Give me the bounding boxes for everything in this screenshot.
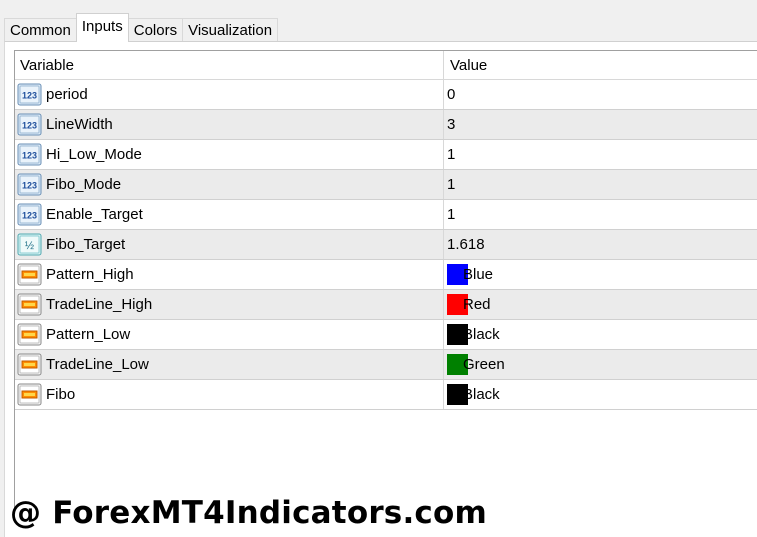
table-header: Variable Value (15, 51, 757, 80)
value-cell[interactable]: Black (444, 320, 757, 349)
table-row[interactable]: Pattern_High Blue (15, 260, 757, 290)
value-cell[interactable]: 3 (444, 110, 757, 139)
table-row[interactable]: 123 period 0 (15, 80, 757, 110)
value-text: 0 (447, 86, 456, 103)
variable-cell: 123 Enable_Target (15, 200, 444, 229)
variable-cell: 123 LineWidth (15, 110, 444, 139)
value-cell[interactable]: Red (444, 290, 757, 319)
table-row[interactable]: Pattern_Low Black (15, 320, 757, 350)
variable-name: Fibo_Target (46, 236, 126, 253)
inputs-table: Variable Value 123 period 0 123 LineWidth 3 12… (14, 50, 757, 521)
variable-cell: TradeLine_Low (15, 350, 444, 379)
variable-name: Enable_Target (46, 206, 143, 223)
value-text: Blue (463, 266, 494, 283)
color-icon (17, 352, 42, 377)
value-cell[interactable]: 1.618 (444, 230, 757, 259)
svg-text:123: 123 (22, 151, 37, 161)
color-icon (17, 262, 42, 287)
variable-name: Fibo_Mode (46, 176, 122, 193)
variable-cell: 123 Fibo_Mode (15, 170, 444, 199)
integer-icon: 123 (17, 172, 42, 197)
variable-name: TradeLine_Low (46, 356, 149, 373)
double-icon: ½ (17, 232, 42, 257)
variable-cell: Pattern_High (15, 260, 444, 289)
svg-text:123: 123 (22, 211, 37, 221)
variable-cell: TradeLine_High (15, 290, 444, 319)
value-text: Black (463, 386, 500, 403)
value-cell[interactable]: 1 (444, 200, 757, 229)
value-text: Green (463, 356, 505, 373)
variable-cell: 123 period (15, 80, 444, 109)
value-text: Red (463, 296, 491, 313)
table-row[interactable]: 123 Hi_Low_Mode 1 (15, 140, 757, 170)
variable-name: period (46, 86, 88, 103)
variable-cell: Fibo (15, 380, 444, 409)
color-icon (17, 322, 42, 347)
variable-cell: 123 Hi_Low_Mode (15, 140, 444, 169)
tab-common[interactable]: Common (4, 18, 77, 42)
value-text: 1 (447, 206, 456, 223)
table-body: 123 period 0 123 LineWidth 3 123 Hi_Low_Mode 1 12… (15, 80, 757, 410)
variable-name: LineWidth (46, 116, 113, 133)
tab-inputs[interactable]: Inputs (75, 13, 129, 42)
value-cell[interactable]: 1 (444, 170, 757, 199)
value-text: 1.618 (447, 236, 485, 253)
tab-visualization[interactable]: Visualization (182, 18, 279, 42)
variable-name: Pattern_High (46, 266, 134, 283)
value-text: 1 (447, 146, 456, 163)
table-row[interactable]: Fibo Black (15, 380, 757, 410)
value-text: 3 (447, 116, 456, 133)
color-icon (17, 382, 42, 407)
value-cell[interactable]: Black (444, 380, 757, 409)
tab-colors[interactable]: Colors (127, 18, 184, 42)
variable-cell: ½ Fibo_Target (15, 230, 444, 259)
table-row[interactable]: 123 Fibo_Mode 1 (15, 170, 757, 200)
color-icon (17, 292, 42, 317)
variable-name: TradeLine_High (46, 296, 153, 313)
watermark-text: @ ForexMT4Indicators.com (10, 495, 488, 531)
variable-name: Hi_Low_Mode (46, 146, 142, 163)
integer-icon: 123 (17, 202, 42, 227)
tab-bar: Common Inputs Colors Visualization (4, 13, 279, 42)
value-cell[interactable]: Blue (444, 260, 757, 289)
value-text: 1 (447, 176, 456, 193)
table-row[interactable]: TradeLine_High Red (15, 290, 757, 320)
svg-text:123: 123 (22, 121, 37, 131)
svg-text:½: ½ (25, 240, 34, 252)
value-text: Black (463, 326, 500, 343)
table-row[interactable]: 123 Enable_Target 1 (15, 200, 757, 230)
column-header-variable[interactable]: Variable (15, 51, 444, 79)
integer-icon: 123 (17, 142, 42, 167)
variable-name: Fibo (46, 386, 76, 403)
value-cell[interactable]: 1 (444, 140, 757, 169)
table-row[interactable]: 123 LineWidth 3 (15, 110, 757, 140)
integer-icon: 123 (17, 82, 42, 107)
table-row[interactable]: ½ Fibo_Target 1.618 (15, 230, 757, 260)
column-header-value[interactable]: Value (444, 51, 757, 79)
svg-text:123: 123 (22, 181, 37, 191)
svg-text:123: 123 (22, 91, 37, 101)
variable-name: Pattern_Low (46, 326, 131, 343)
variable-cell: Pattern_Low (15, 320, 444, 349)
value-cell[interactable]: Green (444, 350, 757, 379)
table-row[interactable]: TradeLine_Low Green (15, 350, 757, 380)
value-cell[interactable]: 0 (444, 80, 757, 109)
integer-icon: 123 (17, 112, 42, 137)
